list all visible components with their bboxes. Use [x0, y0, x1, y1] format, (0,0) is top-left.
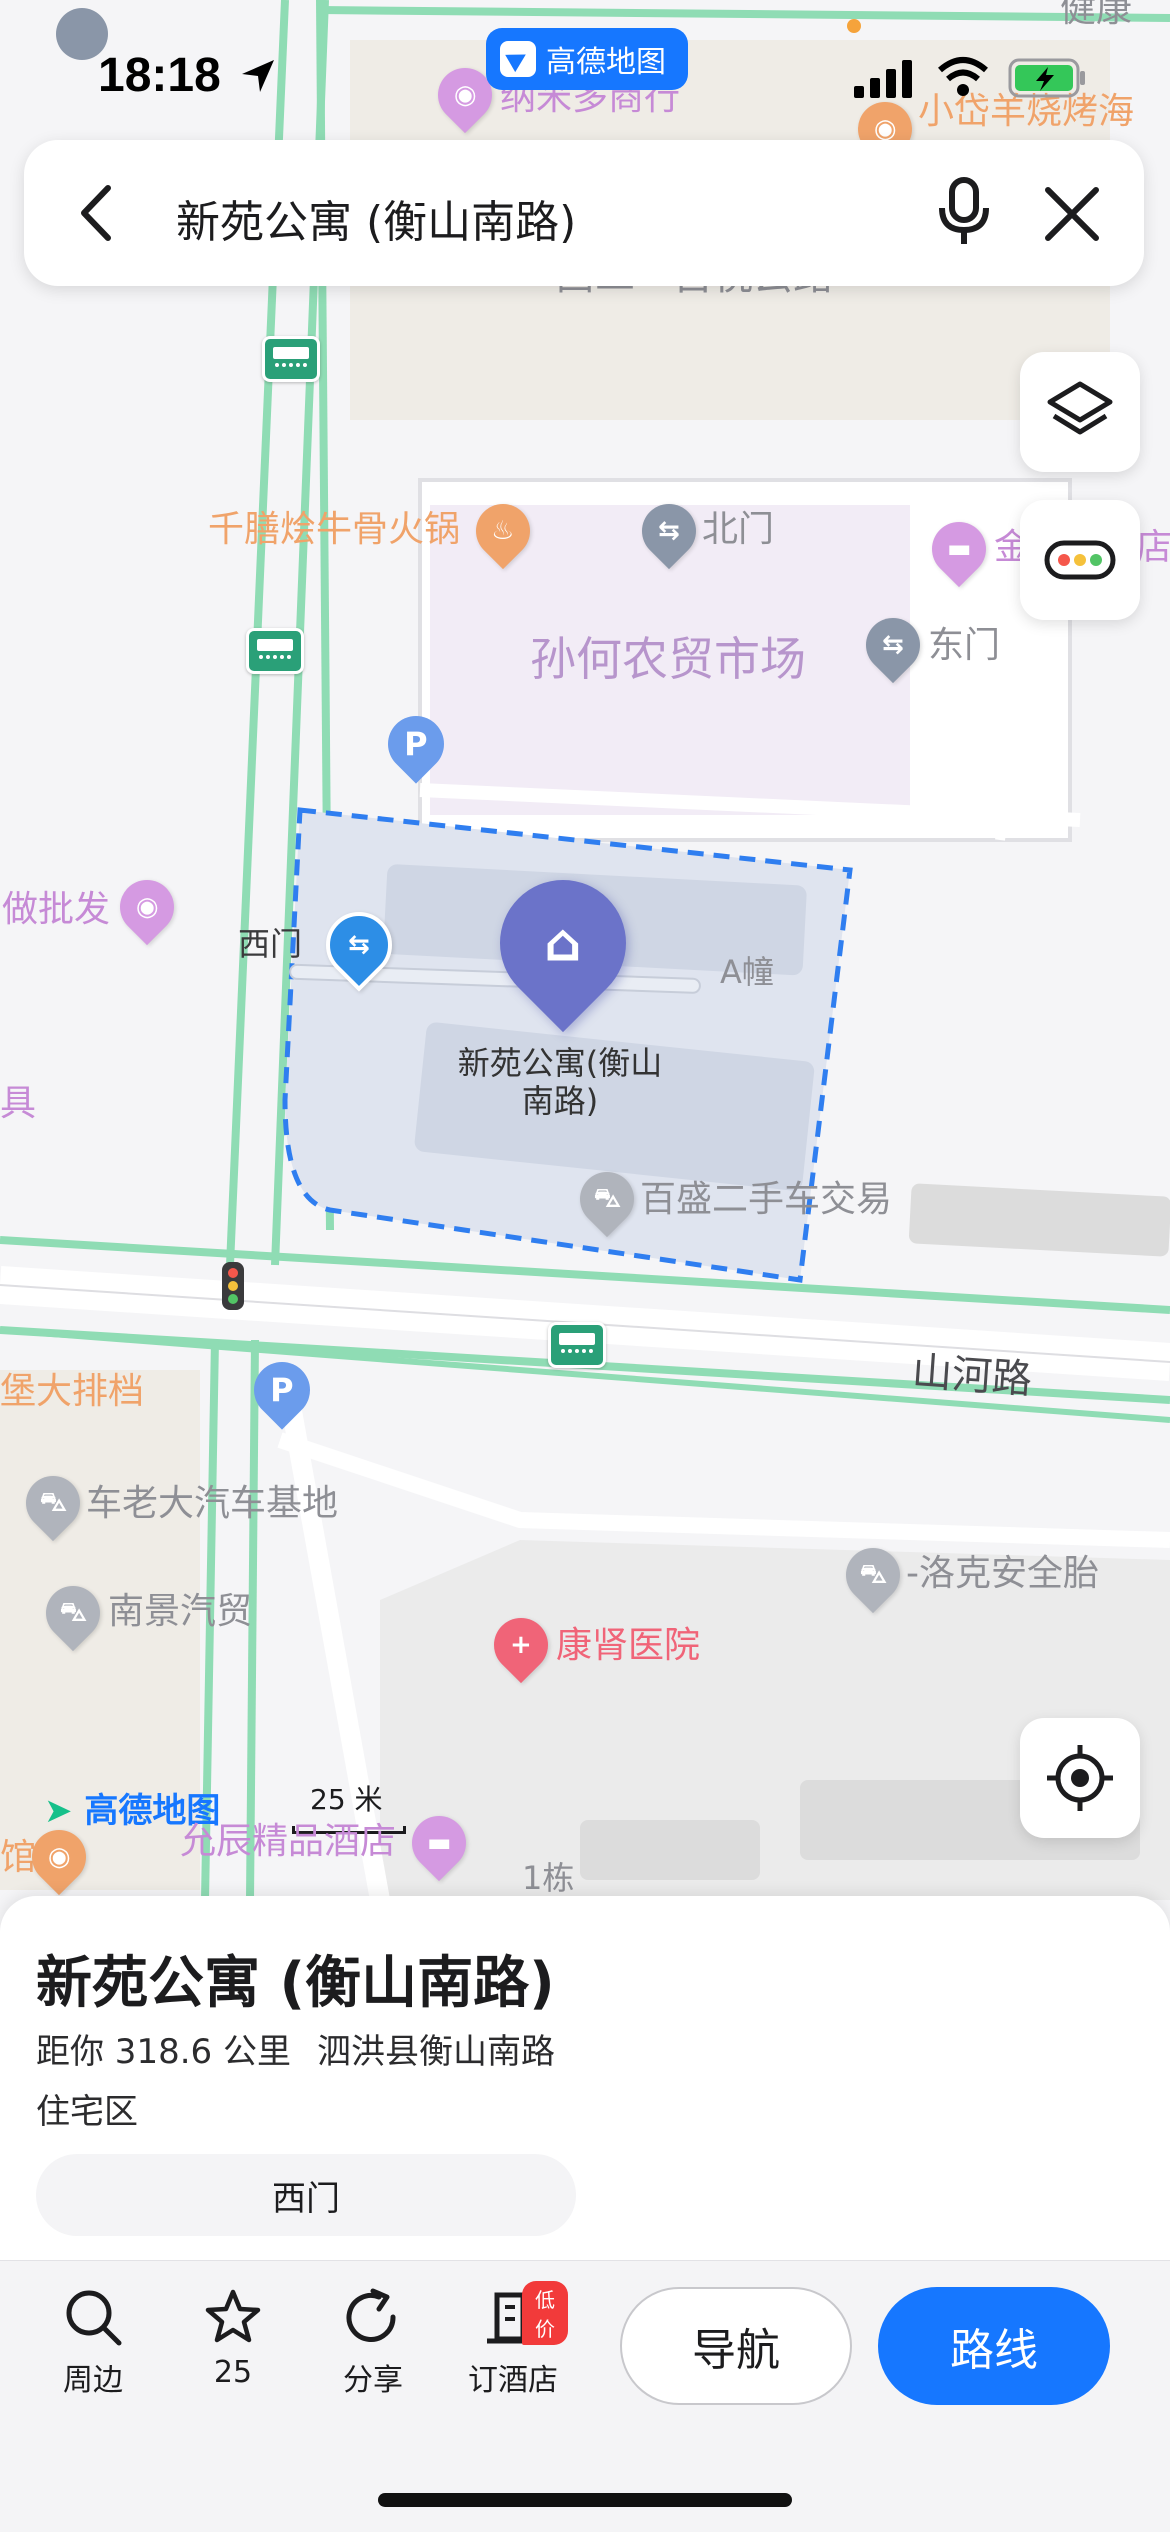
bus-stop-icon[interactable]	[246, 628, 304, 674]
nearby-button[interactable]: 周边	[38, 2287, 148, 2399]
amap-app-icon	[500, 41, 536, 77]
battery-charging-icon	[1008, 58, 1085, 98]
star-icon	[205, 2289, 261, 2343]
poi-label[interactable]: 百盛二手车交易	[640, 1182, 892, 1218]
building-label: 1栋	[522, 1859, 575, 1897]
poi-label[interactable]: 东门	[928, 628, 1000, 664]
road-label: 山河路	[910, 1348, 1034, 1404]
poi-label[interactable]: 北门	[702, 512, 774, 548]
area-label[interactable]: 孙何农贸市场	[530, 636, 806, 682]
nearby-label: 周边	[63, 2363, 123, 2398]
locate-icon	[1047, 1745, 1113, 1811]
search-icon	[66, 2290, 122, 2346]
building-label: A幢	[720, 953, 774, 991]
traffic-button[interactable]	[1020, 500, 1140, 620]
share-label: 分享	[343, 2363, 403, 2398]
bus-stop-icon[interactable]	[262, 336, 320, 382]
poi-label-cut[interactable]: 具	[0, 1086, 36, 1122]
place-meta: 距你 318.6 公里 泗洪县衡山南路	[36, 2024, 555, 2073]
layers-icon	[1047, 381, 1113, 435]
gate-label[interactable]: 西门	[238, 928, 302, 960]
favorite-count: 25	[213, 2355, 253, 2390]
book-hotel-button[interactable]: 低价 订酒店	[458, 2281, 568, 2399]
back-arrow-icon[interactable]	[64, 178, 134, 248]
locate-button[interactable]	[1020, 1718, 1140, 1838]
place-title: 新苑公寓 (衡山南路)	[36, 1951, 555, 2016]
gate-chip[interactable]: 西门	[36, 2154, 576, 2236]
poi-label[interactable]: 做批发	[2, 892, 110, 928]
address-text: 泗洪县衡山南路	[316, 2032, 555, 2072]
share-button[interactable]: 分享	[318, 2287, 428, 2399]
traffic-light-icon	[1044, 540, 1116, 580]
home-indicator[interactable]	[378, 2493, 792, 2507]
bus-stop-icon[interactable]	[548, 1322, 606, 1368]
layers-button[interactable]	[1020, 352, 1140, 472]
poi-label-cut[interactable]: 店	[1136, 530, 1170, 566]
poi-label[interactable]: 南景汽贸	[108, 1594, 252, 1630]
logo-arrow-icon: ➤	[44, 1791, 73, 1831]
search-bar[interactable]: 新苑公寓 (衡山南路)	[24, 140, 1144, 286]
cellular-signal-icon	[854, 60, 912, 98]
scale-label: 25 米	[310, 1783, 383, 1816]
status-bar: 18:18 高德地图	[0, 0, 1170, 130]
close-icon[interactable]	[1034, 176, 1110, 252]
share-icon	[346, 2288, 396, 2342]
selected-place-label[interactable]: 新苑公寓(衡山 南路)	[440, 1044, 680, 1121]
place-detail-sheet[interactable]: 新苑公寓 (衡山南路) 距你 318.6 公里 泗洪县衡山南路 住宅区 西门	[0, 1896, 1170, 2260]
poi-label[interactable]: 允辰精品酒店	[180, 1824, 396, 1860]
poi-label[interactable]: 车老大汽车基地	[86, 1486, 338, 1522]
location-arrow-icon	[242, 60, 274, 92]
poi-label[interactable]: 千膳烩牛骨火锅	[208, 512, 460, 548]
microphone-icon[interactable]	[924, 172, 1004, 252]
bottom-toolbar: 周边 25 分享 低价 订酒店 导航 路线	[0, 2260, 1170, 2532]
poi-label[interactable]: 康肾医院	[556, 1628, 700, 1664]
book-hotel-label: 订酒店	[468, 2363, 558, 2398]
poi-label-cut[interactable]: 堡大排档	[0, 1374, 144, 1410]
navigate-button[interactable]: 导航	[620, 2287, 852, 2405]
search-query[interactable]: 新苑公寓 (衡山南路)	[176, 186, 576, 250]
distance-text: 距你 318.6 公里	[36, 2032, 291, 2072]
wifi-icon	[938, 57, 988, 96]
poi-label[interactable]: -洛克安全胎	[906, 1556, 1099, 1592]
route-button[interactable]: 路线	[878, 2287, 1110, 2405]
status-time: 18:18	[98, 49, 221, 102]
app-badge[interactable]: 高德地图	[486, 28, 688, 90]
place-category: 住宅区	[36, 2092, 138, 2132]
favorite-button[interactable]: 25	[178, 2287, 288, 2390]
low-price-badge: 低价	[522, 2281, 568, 2345]
